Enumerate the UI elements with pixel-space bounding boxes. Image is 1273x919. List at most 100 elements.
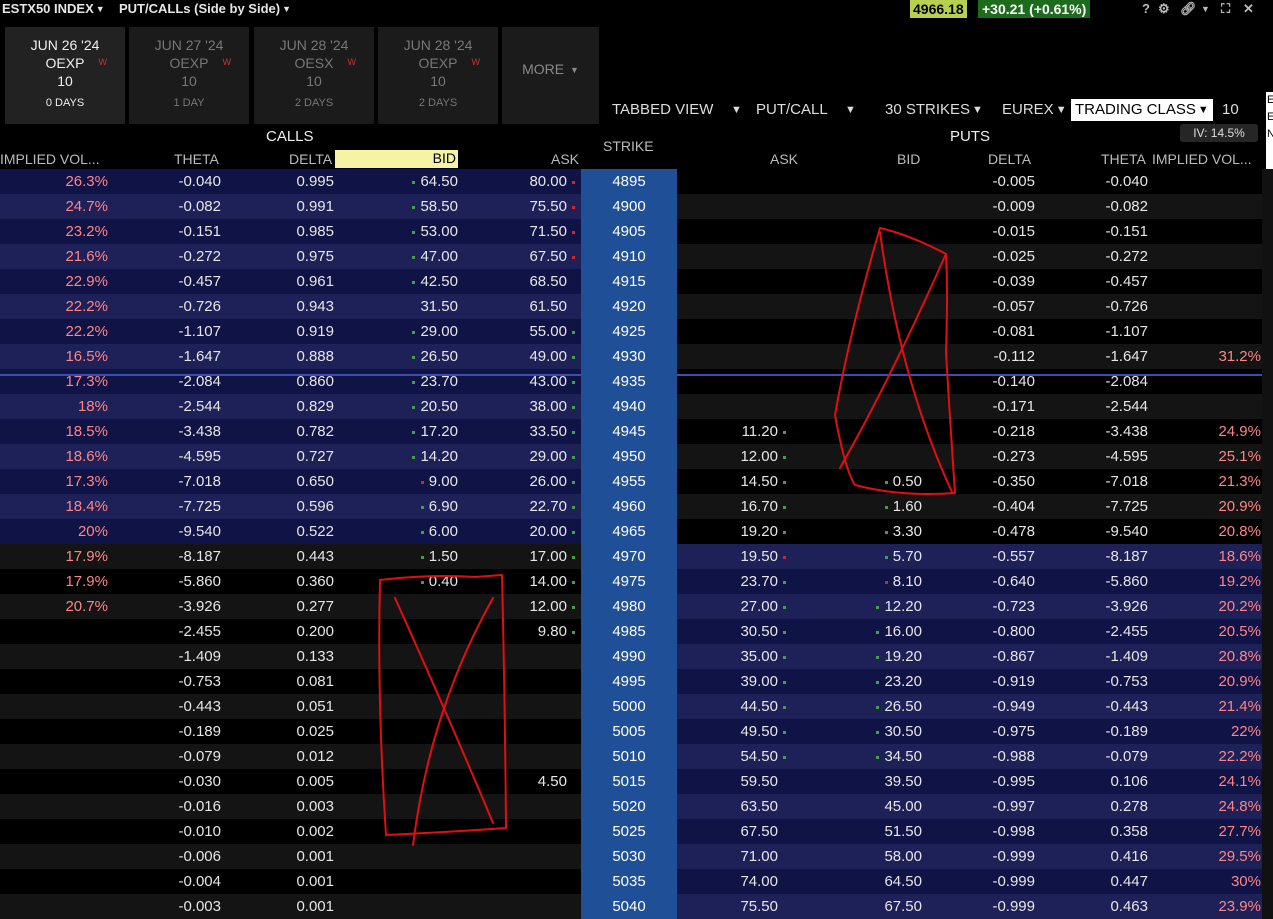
put-delta[interactable]: -0.975 bbox=[992, 719, 1035, 744]
put-iv[interactable]: 18.6% bbox=[1218, 544, 1261, 569]
call-iv[interactable]: 24.7% bbox=[65, 194, 108, 219]
put-bid[interactable] bbox=[909, 294, 922, 319]
call-theta[interactable]: -0.040 bbox=[178, 169, 221, 194]
strike-cell[interactable]: 4920 bbox=[581, 294, 677, 319]
put-iv[interactable]: 20.9% bbox=[1218, 494, 1261, 519]
call-delta[interactable]: 0.860 bbox=[296, 369, 334, 394]
call-bid[interactable] bbox=[445, 644, 458, 669]
strike-header[interactable]: STRIKE bbox=[603, 138, 654, 154]
call-iv[interactable]: 23.2% bbox=[65, 219, 108, 244]
call-ask[interactable] bbox=[567, 819, 580, 844]
call-delta[interactable]: 0.522 bbox=[296, 519, 334, 544]
put-theta[interactable]: 0.358 bbox=[1110, 819, 1148, 844]
strike-cell[interactable]: 5040 bbox=[581, 894, 677, 919]
call-theta[interactable]: -2.084 bbox=[178, 369, 221, 394]
call-bid[interactable] bbox=[445, 744, 458, 769]
call-delta[interactable]: 0.961 bbox=[296, 269, 334, 294]
call-theta[interactable]: -7.018 bbox=[178, 469, 221, 494]
call-ask[interactable]: 55.00 bbox=[529, 319, 580, 344]
table-row[interactable]: -0.016 0.003 5020 63.50 45.00 -0.997 0.278 24.8… bbox=[0, 794, 1273, 819]
call-delta[interactable]: 0.943 bbox=[296, 294, 334, 319]
table-row[interactable]: 16.5% -1.647 0.888 26.50 49.00 4930 -0.112 -1.6… bbox=[0, 344, 1273, 369]
put-delta[interactable]: -0.273 bbox=[992, 444, 1035, 469]
call-iv[interactable]: 18% bbox=[78, 394, 108, 419]
call-iv[interactable]: 21.6% bbox=[65, 244, 108, 269]
call-theta[interactable]: -0.726 bbox=[178, 294, 221, 319]
call-theta[interactable]: -1.409 bbox=[178, 644, 221, 669]
put-bid[interactable]: 8.10 bbox=[880, 569, 922, 594]
call-theta[interactable]: -0.753 bbox=[178, 669, 221, 694]
strike-cell[interactable]: 4985 bbox=[581, 619, 677, 644]
call-delta[interactable]: 0.995 bbox=[296, 169, 334, 194]
call-theta[interactable]: -0.010 bbox=[178, 819, 221, 844]
table-row[interactable]: -0.010 0.002 5025 67.50 51.50 -0.998 0.358 27.7… bbox=[0, 819, 1273, 844]
table-row[interactable]: -0.079 0.012 5010 54.50 34.50 -0.988 -0.079 22.… bbox=[0, 744, 1273, 769]
call-ask[interactable]: 67.50 bbox=[529, 244, 580, 269]
put-theta[interactable]: -3.438 bbox=[1105, 419, 1148, 444]
put-ask[interactable]: 19.20 bbox=[740, 519, 791, 544]
call-iv[interactable]: 17.3% bbox=[65, 369, 108, 394]
strike-cell[interactable]: 4995 bbox=[581, 669, 677, 694]
put-delta[interactable]: -0.218 bbox=[992, 419, 1035, 444]
put-delta[interactable]: -0.171 bbox=[992, 394, 1035, 419]
call-bid[interactable]: 0.40 bbox=[416, 569, 458, 594]
put-ask[interactable]: 11.20 bbox=[742, 419, 791, 444]
strike-cell[interactable]: 4945 bbox=[581, 419, 677, 444]
put-theta[interactable]: -0.079 bbox=[1105, 744, 1148, 769]
put-delta[interactable]: -0.999 bbox=[992, 844, 1035, 869]
strike-cell[interactable]: 5000 bbox=[581, 694, 677, 719]
strike-cell[interactable]: 5020 bbox=[581, 794, 677, 819]
put-theta[interactable]: -8.187 bbox=[1105, 544, 1148, 569]
call-bid[interactable]: 17.20 bbox=[407, 419, 458, 444]
put-bid[interactable] bbox=[909, 369, 922, 394]
put-delta[interactable]: -0.081 bbox=[992, 319, 1035, 344]
put-theta[interactable]: 0.463 bbox=[1110, 894, 1148, 919]
call-ask[interactable] bbox=[567, 694, 580, 719]
put-delta[interactable]: -0.999 bbox=[992, 869, 1035, 894]
call-delta[interactable]: 0.991 bbox=[296, 194, 334, 219]
call-iv[interactable]: 26.3% bbox=[65, 169, 108, 194]
call-iv[interactable]: 18.6% bbox=[65, 444, 108, 469]
put-delta[interactable]: -0.140 bbox=[992, 369, 1035, 394]
put-theta[interactable]: 0.278 bbox=[1110, 794, 1148, 819]
put-delta[interactable]: -0.995 bbox=[992, 769, 1035, 794]
put-delta[interactable]: -0.999 bbox=[992, 894, 1035, 919]
call-theta[interactable]: -4.595 bbox=[178, 444, 221, 469]
put-theta[interactable]: -0.443 bbox=[1105, 694, 1148, 719]
put-iv[interactable]: 30% bbox=[1231, 869, 1261, 894]
put-ask[interactable] bbox=[778, 394, 791, 419]
strike-cell[interactable]: 4950 bbox=[581, 444, 677, 469]
table-row[interactable]: 22.2% -0.726 0.943 31.50 61.50 4920 -0.057 -0.7… bbox=[0, 294, 1273, 319]
table-row[interactable]: 24.7% -0.082 0.991 58.50 75.50 4900 -0.009 -0.0… bbox=[0, 194, 1273, 219]
call-ask[interactable]: 4.50 bbox=[538, 769, 580, 794]
table-row[interactable]: 20.7% -3.926 0.277 12.00 4980 27.00 12.20 -0.72… bbox=[0, 594, 1273, 619]
put-bid[interactable] bbox=[909, 169, 922, 194]
call-iv[interactable]: 20.7% bbox=[65, 594, 108, 619]
help-icon[interactable]: ? bbox=[1142, 0, 1150, 18]
put-delta[interactable]: -0.949 bbox=[992, 694, 1035, 719]
chevron-down-icon[interactable]: ▼ bbox=[845, 104, 856, 116]
strike-cell[interactable]: 4915 bbox=[581, 269, 677, 294]
call-ask[interactable]: 38.00 bbox=[529, 394, 580, 419]
put-theta[interactable]: -1.409 bbox=[1105, 644, 1148, 669]
more-expiries-button[interactable]: MORE ▼ bbox=[502, 27, 599, 124]
call-theta[interactable]: -0.030 bbox=[178, 769, 221, 794]
put-delta[interactable]: -0.723 bbox=[992, 594, 1035, 619]
call-theta[interactable]: -0.003 bbox=[178, 894, 221, 919]
menu-caret-icon[interactable]: ▼ bbox=[1201, 0, 1210, 18]
put-bid[interactable] bbox=[909, 444, 922, 469]
call-delta[interactable]: 0.025 bbox=[296, 719, 334, 744]
call-iv[interactable]: 18.5% bbox=[65, 419, 108, 444]
strike-cell[interactable]: 4980 bbox=[581, 594, 677, 619]
put-theta-header[interactable]: THETA bbox=[1101, 151, 1146, 167]
call-bid[interactable]: 42.50 bbox=[407, 269, 458, 294]
strike-cell[interactable]: 5035 bbox=[581, 869, 677, 894]
put-delta[interactable]: -0.997 bbox=[992, 794, 1035, 819]
put-ask[interactable]: 44.50 bbox=[740, 694, 791, 719]
call-bid[interactable]: 58.50 bbox=[407, 194, 458, 219]
table-row[interactable]: -0.189 0.025 5005 49.50 30.50 -0.975 -0.189 22% bbox=[0, 719, 1273, 744]
call-theta[interactable]: -0.151 bbox=[178, 219, 221, 244]
call-bid[interactable] bbox=[445, 794, 458, 819]
call-theta[interactable]: -0.457 bbox=[178, 269, 221, 294]
put-theta[interactable]: -1.107 bbox=[1105, 319, 1148, 344]
